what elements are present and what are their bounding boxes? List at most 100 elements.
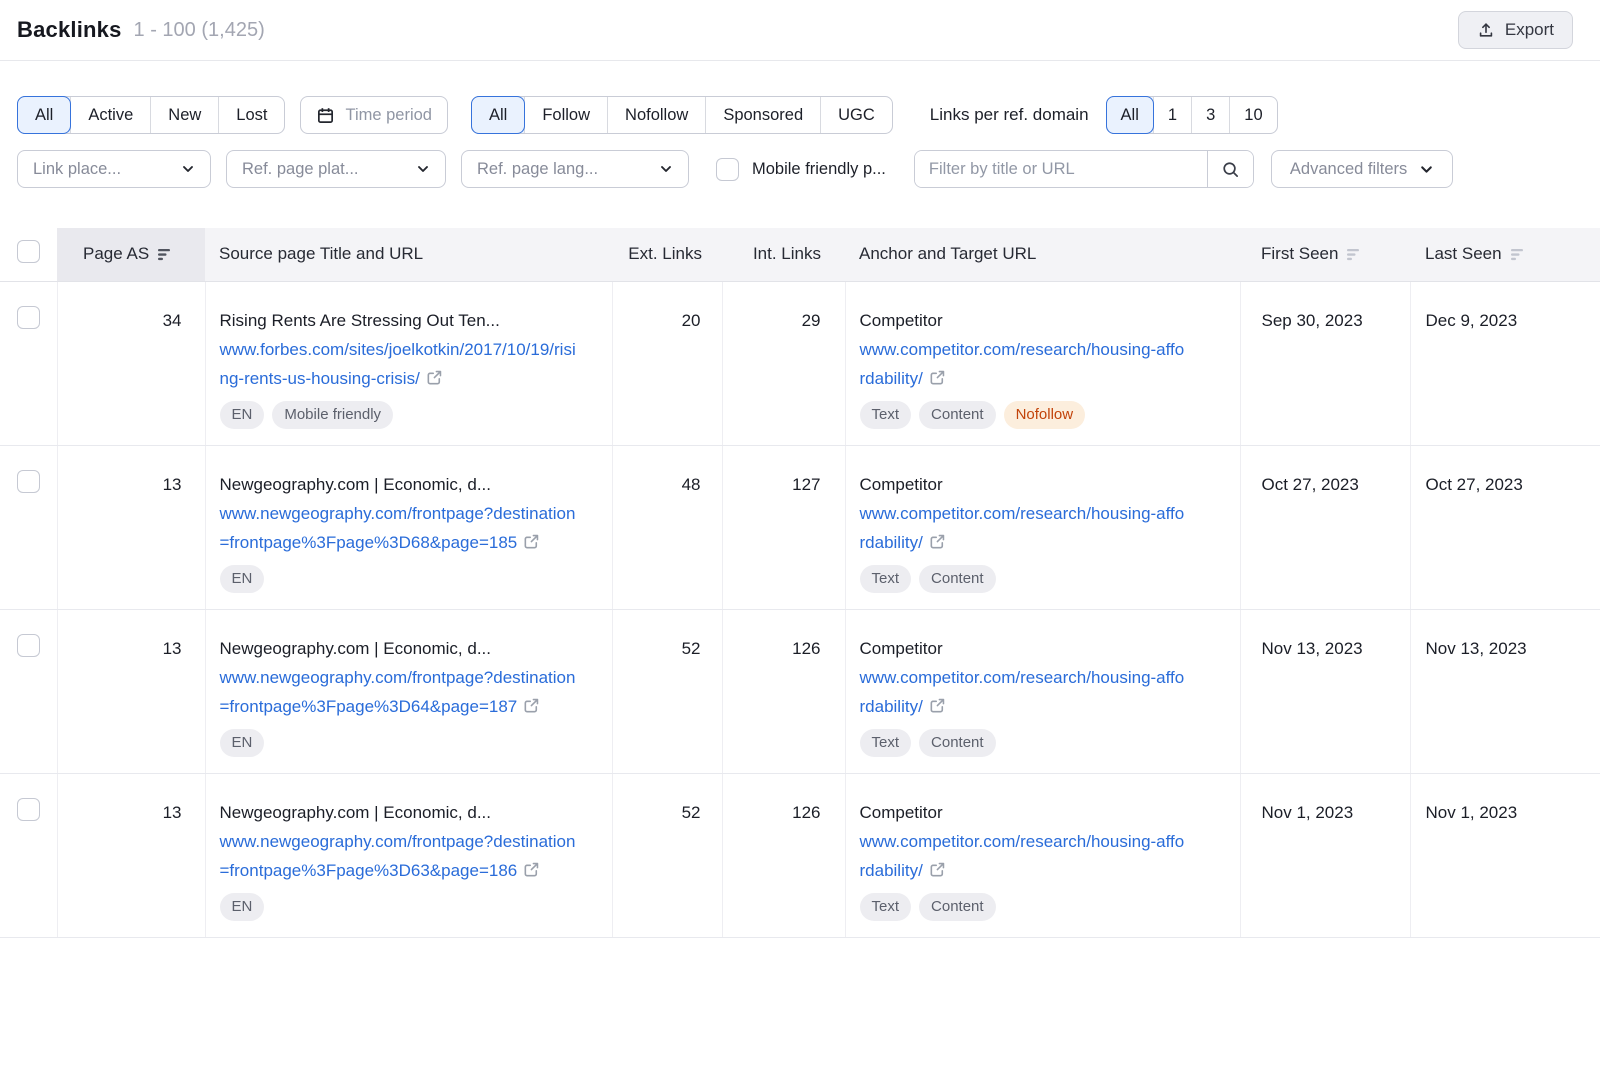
page-as-value: 13 (57, 445, 205, 609)
column-header-page-as[interactable]: Page AS (57, 228, 205, 281)
status-segmented-control: All Active New Lost (17, 96, 285, 134)
search-button[interactable] (1207, 151, 1253, 187)
ext-links-value: 20 (612, 281, 722, 445)
row-checkbox[interactable] (17, 634, 40, 657)
column-header-anchor: Anchor and Target URL (845, 228, 1240, 281)
link-placement-dropdown[interactable]: Link place... (17, 150, 211, 188)
last-seen-value: Nov 13, 2023 (1410, 609, 1600, 773)
export-button[interactable]: Export (1458, 11, 1573, 49)
target-url-link[interactable]: www.competitor.com/research/housing-affo… (860, 335, 1190, 393)
source-url-link[interactable]: www.newgeography.com/frontpage?destinati… (220, 827, 582, 885)
mobile-friendly-checkbox[interactable] (716, 158, 739, 181)
time-period-button[interactable]: Time period (300, 96, 448, 134)
chevron-down-icon (181, 162, 195, 176)
last-seen-value: Dec 9, 2023 (1410, 281, 1600, 445)
ext-links-value: 52 (612, 609, 722, 773)
target-url-link[interactable]: www.competitor.com/research/housing-affo… (860, 499, 1190, 557)
external-link-icon[interactable] (426, 369, 443, 386)
select-all-checkbox[interactable] (17, 240, 40, 263)
row-checkbox[interactable] (17, 798, 40, 821)
ref-page-platform-dropdown[interactable]: Ref. page plat... (226, 150, 446, 188)
last-seen-value: Nov 1, 2023 (1410, 773, 1600, 937)
link-type-badge: Text (860, 893, 912, 921)
column-header-last-seen[interactable]: Last Seen (1410, 228, 1600, 281)
link-type-badge: Text (860, 401, 912, 429)
sort-icon (1511, 248, 1526, 261)
language-badge: EN (220, 729, 265, 757)
follow-option-follow[interactable]: Follow (525, 97, 608, 133)
filters-panel: All Active New Lost Time period All Foll… (0, 96, 1600, 188)
mobile-friendly-badge: Mobile friendly (272, 401, 393, 429)
follow-option-sponsored[interactable]: Sponsored (706, 97, 821, 133)
links-per-domain-1[interactable]: 1 (1154, 97, 1192, 133)
status-option-new[interactable]: New (151, 97, 219, 133)
column-header-ext-links: Ext. Links (612, 228, 722, 281)
status-option-active[interactable]: Active (71, 97, 151, 133)
target-url-link[interactable]: www.competitor.com/research/housing-affo… (860, 663, 1190, 721)
link-placement-badge: Content (919, 401, 996, 429)
column-header-first-seen[interactable]: First Seen (1240, 228, 1410, 281)
first-seen-value: Sep 30, 2023 (1240, 281, 1410, 445)
page-title: Backlinks (17, 17, 122, 43)
int-links-value: 29 (722, 281, 845, 445)
backlinks-table: Page AS Source page Title and URL Ext. L… (0, 228, 1600, 938)
table-row: 13 Newgeography.com | Economic, d... www… (0, 609, 1600, 773)
int-links-value: 126 (722, 773, 845, 937)
links-per-domain-segmented-control: All 1 3 10 (1106, 96, 1278, 134)
external-link-icon[interactable] (929, 369, 946, 386)
link-type-badge: Text (860, 729, 912, 757)
status-option-lost[interactable]: Lost (219, 97, 284, 133)
ref-page-language-label: Ref. page lang... (477, 160, 598, 179)
source-url-link[interactable]: www.newgeography.com/frontpage?destinati… (220, 663, 582, 721)
last-seen-value: Oct 27, 2023 (1410, 445, 1600, 609)
anchor-text: Competitor (860, 798, 1240, 827)
source-url-link[interactable]: www.newgeography.com/frontpage?destinati… (220, 499, 582, 557)
links-per-domain-10[interactable]: 10 (1230, 97, 1276, 133)
search-icon (1221, 160, 1240, 179)
calendar-icon (316, 106, 335, 125)
source-title: Newgeography.com | Economic, d... (220, 470, 612, 499)
export-label: Export (1505, 20, 1554, 40)
filter-row-2: Link place... Ref. page plat... Ref. pag… (17, 150, 1583, 188)
table-row: 34 Rising Rents Are Stressing Out Ten...… (0, 281, 1600, 445)
source-title: Newgeography.com | Economic, d... (220, 798, 612, 827)
follow-option-ugc[interactable]: UGC (821, 97, 892, 133)
table-header-row: Page AS Source page Title and URL Ext. L… (0, 228, 1600, 281)
language-badge: EN (220, 565, 265, 593)
language-badge: EN (220, 401, 265, 429)
status-option-all[interactable]: All (18, 97, 71, 133)
follow-segmented-control: All Follow Nofollow Sponsored UGC (471, 96, 893, 134)
ref-page-platform-label: Ref. page plat... (242, 160, 359, 179)
external-link-icon[interactable] (929, 697, 946, 714)
int-links-value: 127 (722, 445, 845, 609)
first-seen-value: Nov 1, 2023 (1240, 773, 1410, 937)
row-checkbox[interactable] (17, 306, 40, 329)
external-link-icon[interactable] (929, 533, 946, 550)
table-row: 13 Newgeography.com | Economic, d... www… (0, 445, 1600, 609)
search-input[interactable] (915, 151, 1207, 187)
column-header-int-links: Int. Links (722, 228, 845, 281)
chevron-down-icon (659, 162, 673, 176)
target-url-link[interactable]: www.competitor.com/research/housing-affo… (860, 827, 1190, 885)
external-link-icon[interactable] (523, 533, 540, 550)
ref-page-language-dropdown[interactable]: Ref. page lang... (461, 150, 689, 188)
advanced-filters-button[interactable]: Advanced filters (1271, 150, 1453, 188)
link-placement-badge: Content (919, 729, 996, 757)
link-placement-label: Link place... (33, 160, 121, 179)
external-link-icon[interactable] (523, 697, 540, 714)
link-type-badge: Text (860, 565, 912, 593)
external-link-icon[interactable] (523, 861, 540, 878)
page-as-value: 13 (57, 609, 205, 773)
follow-option-nofollow[interactable]: Nofollow (608, 97, 706, 133)
source-url-link[interactable]: www.forbes.com/sites/joelkotkin/2017/10/… (220, 335, 582, 393)
mobile-friendly-filter: Mobile friendly p... (716, 158, 886, 181)
links-per-domain-3[interactable]: 3 (1192, 97, 1230, 133)
chevron-down-icon (416, 162, 430, 176)
row-checkbox[interactable] (17, 470, 40, 493)
int-links-value: 126 (722, 609, 845, 773)
links-per-domain-all[interactable]: All (1107, 97, 1154, 133)
external-link-icon[interactable] (929, 861, 946, 878)
follow-option-all[interactable]: All (472, 97, 525, 133)
anchor-text: Competitor (860, 634, 1240, 663)
title-bar: Backlinks 1 - 100 (1,425) Export (0, 0, 1600, 61)
